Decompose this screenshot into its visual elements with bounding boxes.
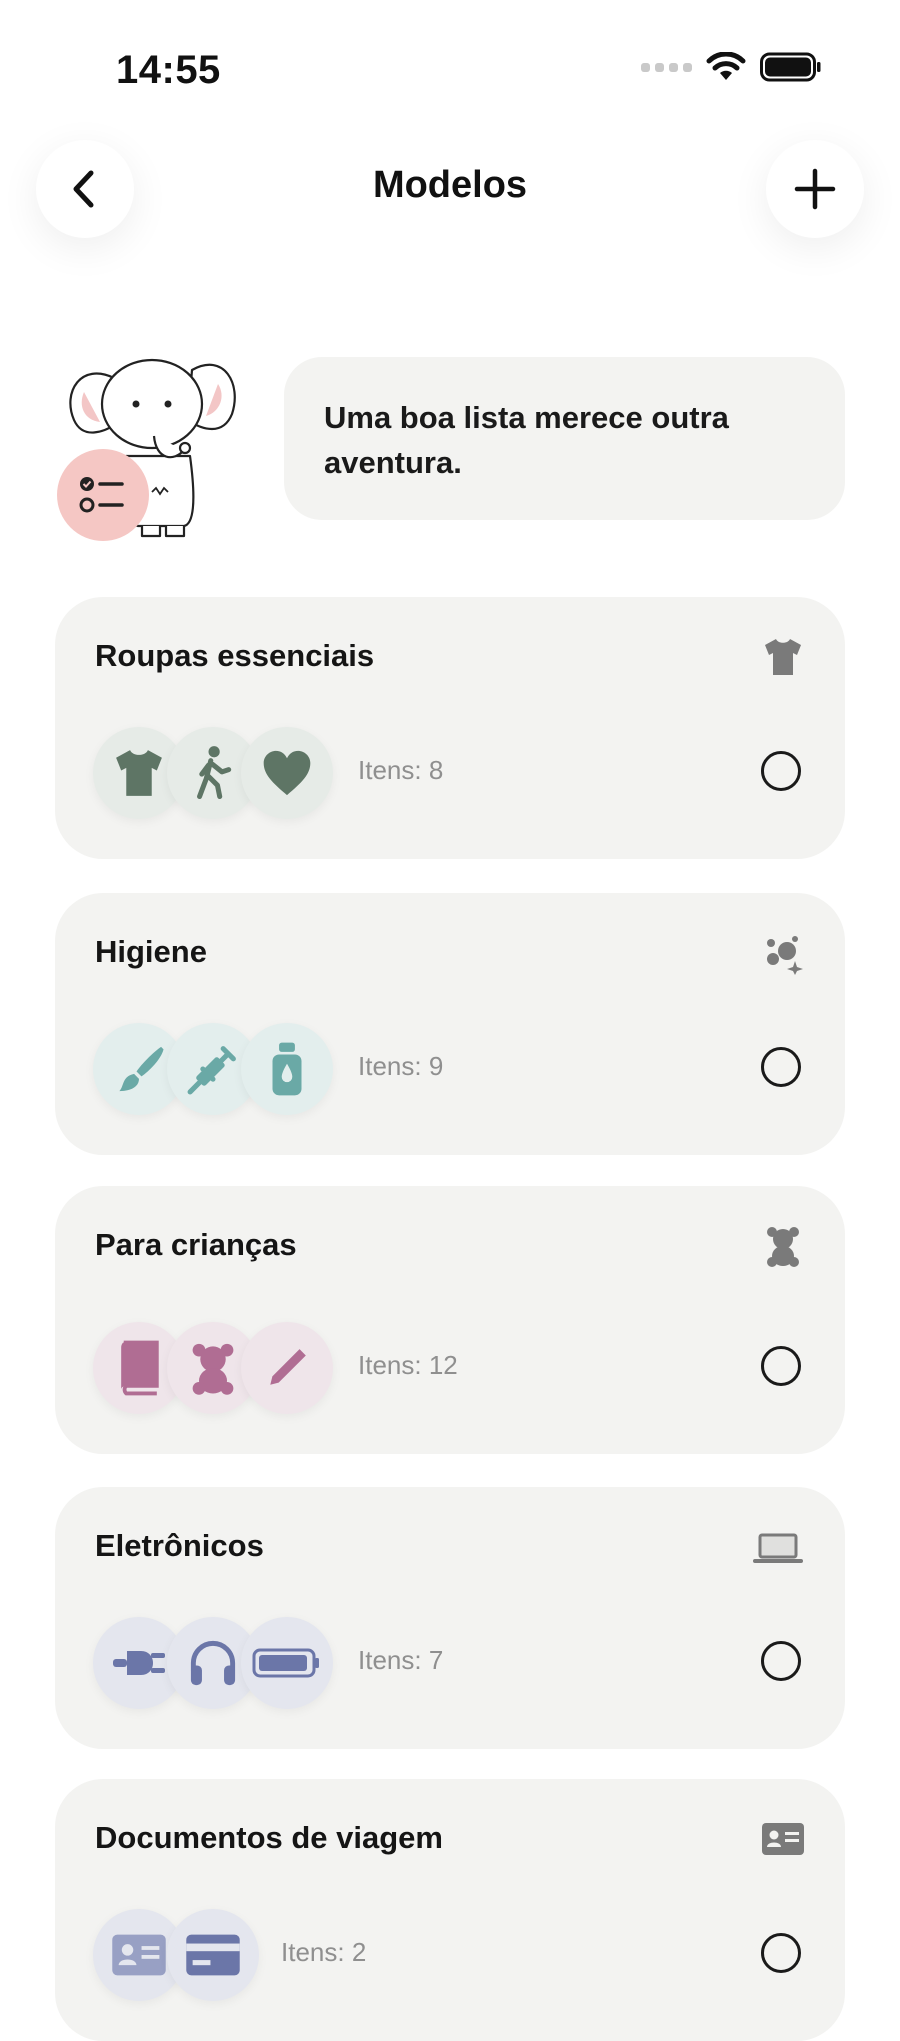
chip-pencil (241, 1322, 333, 1414)
plus-icon (794, 168, 836, 210)
select-radio[interactable] (761, 1641, 801, 1681)
bottle-icon (272, 1042, 302, 1096)
items-count: Itens: 8 (358, 755, 444, 785)
status-icons (641, 52, 822, 82)
pencil-icon (270, 1349, 306, 1385)
items-count: Itens: 2 (281, 1937, 367, 1967)
template-title: Documentos de viagem (95, 1820, 443, 1855)
checklist-icon (79, 477, 124, 513)
items-count: Itens: 9 (358, 1051, 444, 1081)
template-title: Eletrônicos (95, 1528, 264, 1563)
status-time: 14:55 (116, 48, 221, 92)
template-card[interactable]: Roupas essenciais Itens: 8 (55, 597, 845, 859)
template-title: Roupas essenciais (95, 638, 375, 673)
select-radio[interactable] (761, 751, 801, 791)
chip-battery (241, 1617, 333, 1709)
teddy-bear-icon (767, 1227, 799, 1267)
tshirt-icon (765, 639, 801, 675)
book-icon (121, 1340, 159, 1396)
select-radio[interactable] (761, 1346, 801, 1386)
chip-bottle (241, 1023, 333, 1115)
items-count: Itens: 12 (358, 1350, 458, 1380)
id-card-icon (762, 1823, 804, 1855)
select-radio[interactable] (761, 1047, 801, 1087)
template-title: Para crianças (95, 1227, 297, 1262)
battery-icon (252, 1648, 319, 1678)
template-card[interactable]: Documentos de viagem Itens: 2 (55, 1779, 845, 2041)
sparkles-icon (767, 936, 803, 975)
headphones-icon (190, 1640, 236, 1686)
page-title: Modelos (372, 164, 528, 206)
add-template-button[interactable] (766, 140, 864, 238)
select-radio[interactable] (761, 1933, 801, 1973)
plug-icon (113, 1651, 165, 1675)
laptop-icon (753, 1533, 803, 1563)
brush-icon (119, 1046, 164, 1092)
cellular-signal-icon (641, 62, 692, 72)
template-title: Higiene (95, 934, 207, 969)
teddy-bear-icon (192, 1343, 234, 1395)
template-card[interactable]: Para crianças Itens: 12 (55, 1186, 845, 1454)
template-card[interactable]: Eletrônicos Itens: 7 (55, 1487, 845, 1749)
walking-icon (197, 746, 232, 800)
items-count: Itens: 7 (358, 1645, 444, 1675)
tshirt-icon (116, 750, 162, 796)
syringe-icon (187, 1046, 236, 1095)
wifi-icon (706, 52, 746, 80)
id-card-icon (112, 1934, 166, 1976)
template-card[interactable]: Higiene Itens: 9 (55, 893, 845, 1155)
heart-icon (263, 750, 311, 796)
checklist-badge (57, 449, 149, 541)
speech-bubble: Uma boa lista merece outra aventura. (284, 357, 845, 520)
battery-icon (760, 52, 821, 82)
credit-card-icon (186, 1934, 240, 1976)
chip-credit-card (167, 1909, 259, 2001)
chip-heart (241, 727, 333, 819)
